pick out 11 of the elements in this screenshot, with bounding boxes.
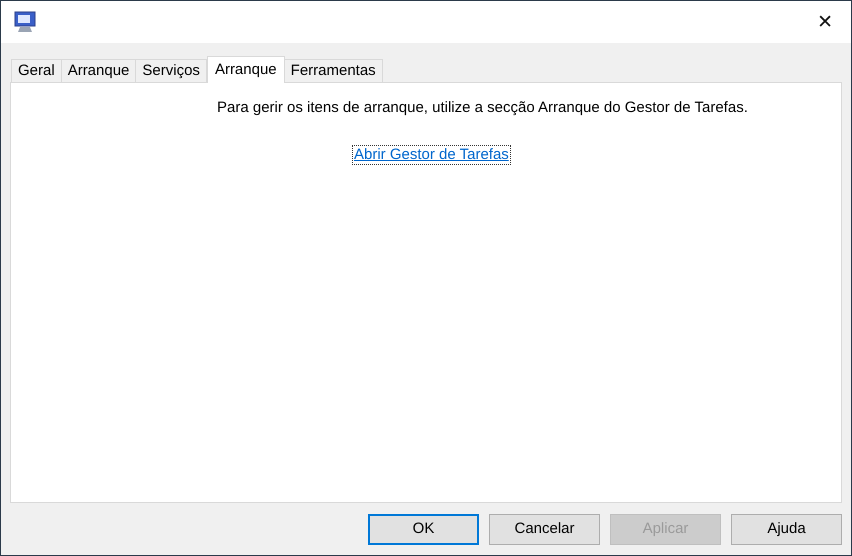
tab[interactable]: Geral	[11, 59, 62, 82]
tab[interactable]: Serviços	[135, 59, 207, 82]
task-manager-link[interactable]: Abrir Gestor de Tarefas	[352, 144, 511, 164]
tab[interactable]: Ferramentas	[284, 59, 383, 82]
dialog-button[interactable]: OK	[368, 514, 479, 545]
dialog-button[interactable]: Ajuda	[731, 514, 842, 545]
dialog-button[interactable]: Cancelar	[489, 514, 600, 545]
close-button[interactable]: ✕	[813, 12, 837, 32]
tab[interactable]: Arranque	[206, 56, 285, 83]
instruction-text: Para gerir os itens de arranque, utilize a secção Arranque do Gestor de Tarefas.	[217, 98, 748, 118]
system-configuration-icon	[13, 11, 37, 33]
